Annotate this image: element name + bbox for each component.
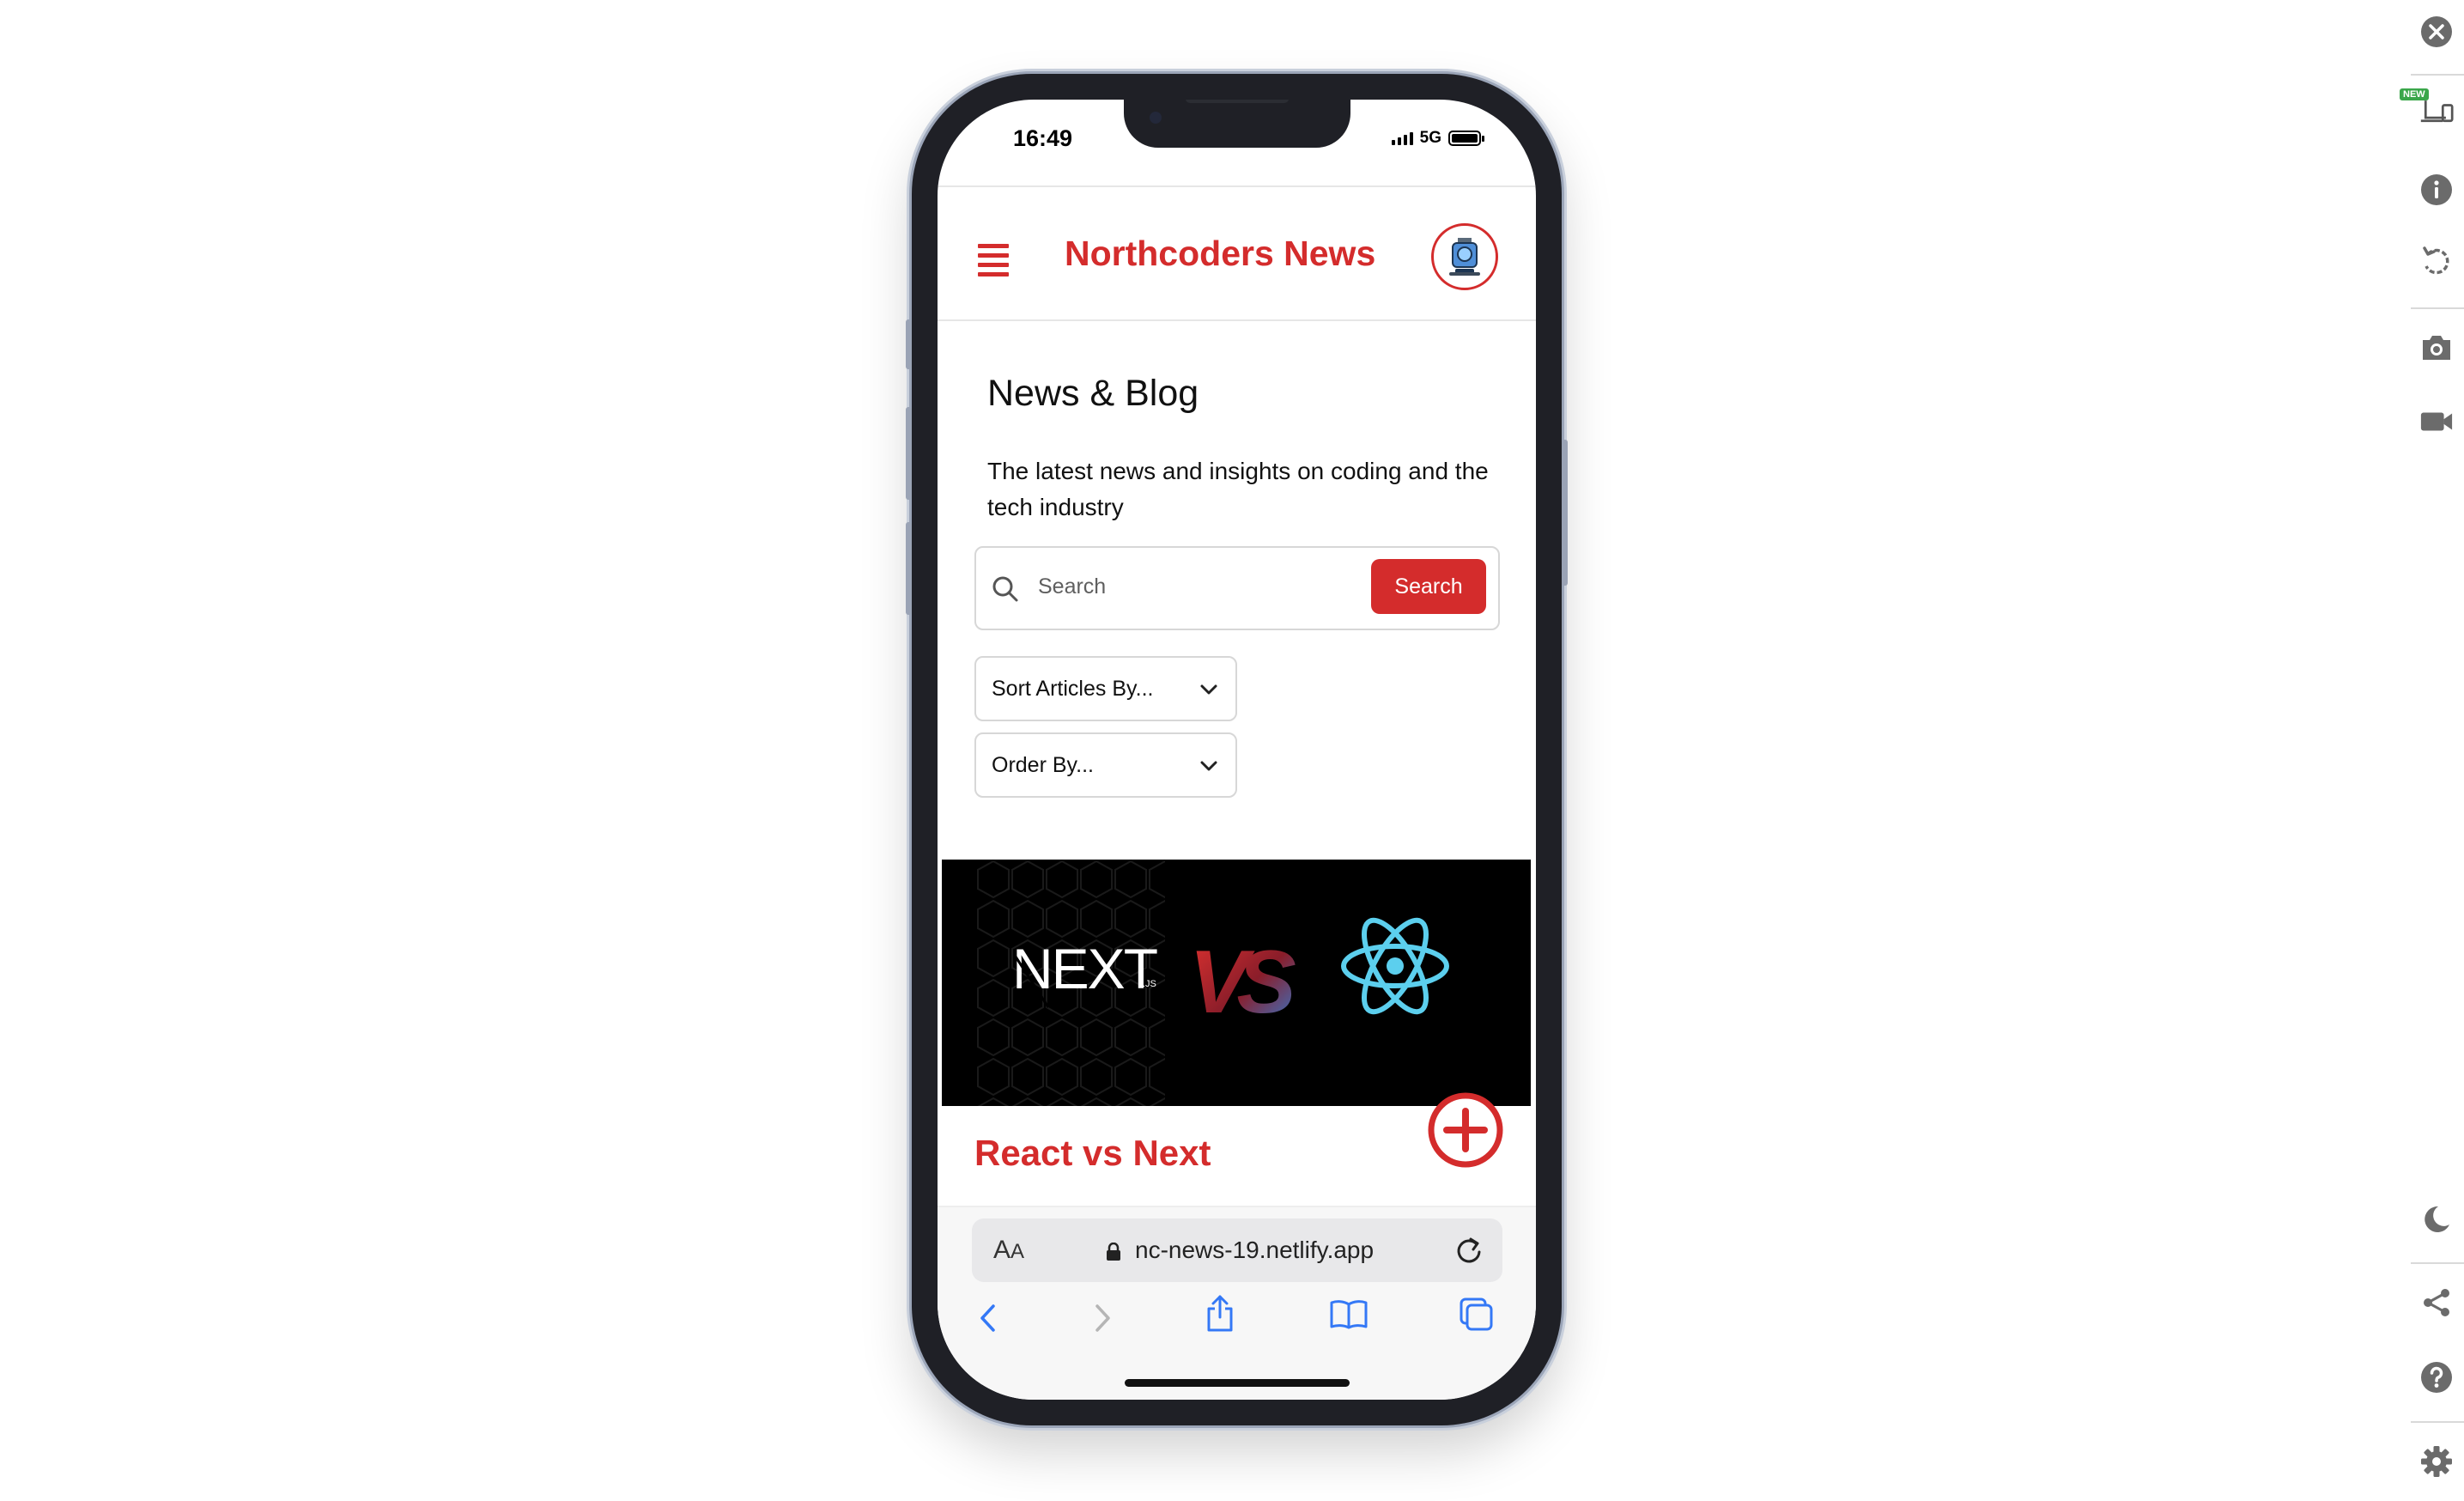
share-icon — [1207, 1295, 1233, 1332]
screenshot-button[interactable] — [2419, 331, 2454, 365]
help-icon — [2421, 1362, 2452, 1393]
home-indicator — [1125, 1379, 1350, 1387]
side-button — [906, 319, 912, 369]
search-input[interactable] — [1036, 574, 1366, 600]
moon-icon — [2425, 1206, 2449, 1232]
url-text: nc-news-19.netlify.app — [1135, 1237, 1375, 1263]
tabs-icon — [1460, 1297, 1493, 1331]
info-button[interactable] — [2419, 173, 2454, 207]
status-indicators: 5G — [1391, 129, 1484, 148]
article-title[interactable]: React vs Next — [974, 1133, 1211, 1174]
divider — [2411, 307, 2464, 309]
side-button — [1562, 440, 1568, 586]
reader-settings-button[interactable]: AA — [993, 1236, 1024, 1265]
divider — [2411, 1421, 2464, 1423]
aa-large: A — [993, 1236, 1011, 1264]
app-header: Northcoders News — [938, 185, 1536, 321]
network-type: 5G — [1419, 129, 1441, 147]
close-icon — [2421, 16, 2452, 47]
speaker — [1186, 100, 1289, 103]
plus-circle-icon — [1428, 1092, 1503, 1168]
reload-icon[interactable] — [1454, 1236, 1484, 1265]
camera-icon — [1150, 112, 1162, 124]
share-button[interactable] — [1204, 1293, 1236, 1337]
avatar[interactable] — [1431, 223, 1498, 290]
gear-icon — [2421, 1446, 2452, 1477]
aa-small: A — [1010, 1240, 1025, 1263]
bookmarks-button[interactable] — [1329, 1298, 1369, 1334]
device-switch-button[interactable] — [2419, 93, 2454, 127]
dark-mode-button[interactable] — [2419, 1202, 2454, 1237]
add-article-button[interactable] — [1427, 1091, 1504, 1169]
chevron-down-icon — [1200, 761, 1217, 771]
tabs-button[interactable] — [1458, 1297, 1494, 1335]
chevron-right-icon — [1095, 1304, 1110, 1332]
robot-avatar-icon — [1449, 238, 1480, 276]
sort-select-label: Sort Articles By... — [992, 676, 1154, 701]
share-nodes-icon — [2424, 1289, 2449, 1316]
vs-text: VS — [1189, 933, 1296, 1032]
status-time: 16:49 — [1013, 125, 1073, 151]
notch — [1124, 100, 1350, 148]
side-button — [906, 407, 912, 500]
book-icon — [1330, 1300, 1368, 1329]
battery-icon — [1448, 131, 1484, 146]
react-logo-icon — [1341, 917, 1449, 1015]
divider — [2411, 74, 2464, 76]
chevron-down-icon — [1200, 684, 1217, 695]
brand-title[interactable]: Northcoders News — [1065, 234, 1375, 274]
search-bar: Search — [974, 546, 1500, 630]
page-title: News & Blog — [987, 373, 1199, 414]
search-icon — [992, 576, 1018, 602]
rotate-button[interactable] — [2419, 244, 2454, 278]
next-logo-sub: .JS — [1143, 979, 1156, 989]
order-select-label: Order By... — [992, 752, 1095, 777]
rotate-icon — [2423, 246, 2449, 275]
side-button — [906, 522, 912, 615]
close-button[interactable] — [2419, 15, 2454, 49]
devices-icon — [2420, 100, 2454, 123]
lock-icon — [1107, 1243, 1120, 1261]
sort-select[interactable]: Sort Articles By... — [974, 656, 1237, 721]
address-bar[interactable]: AA nc-news-19.netlify.app — [972, 1218, 1502, 1282]
record-button[interactable] — [2419, 404, 2454, 439]
camera-icon — [2423, 336, 2450, 360]
back-button[interactable] — [978, 1302, 998, 1339]
search-button[interactable]: Search — [1371, 559, 1486, 614]
browser-nav — [938, 1293, 1536, 1345]
page-subtitle: The latest news and insights on coding a… — [987, 458, 1489, 520]
phone-screen: 16:49 5G Northcoders News News & Blog Th… — [938, 100, 1536, 1400]
divider — [2411, 1262, 2464, 1264]
next-logo-text: NEXT — [1012, 937, 1157, 1000]
article-image[interactable]: NEXT .JS VS — [942, 860, 1531, 1106]
signal-icon — [1391, 131, 1413, 145]
browser-toolbar: AA nc-news-19.netlify.app — [938, 1207, 1536, 1400]
settings-button[interactable] — [2419, 1444, 2454, 1479]
next-vs-react-banner: NEXT .JS VS — [976, 860, 1449, 1106]
help-button[interactable] — [2419, 1360, 2454, 1395]
video-camera-icon — [2420, 412, 2453, 431]
chevron-left-icon — [980, 1304, 995, 1332]
info-icon — [2421, 174, 2452, 205]
order-select[interactable]: Order By... — [974, 732, 1237, 798]
menu-icon[interactable] — [978, 244, 1009, 276]
forward-button[interactable] — [1092, 1302, 1113, 1339]
share-rail-button[interactable] — [2419, 1285, 2454, 1320]
